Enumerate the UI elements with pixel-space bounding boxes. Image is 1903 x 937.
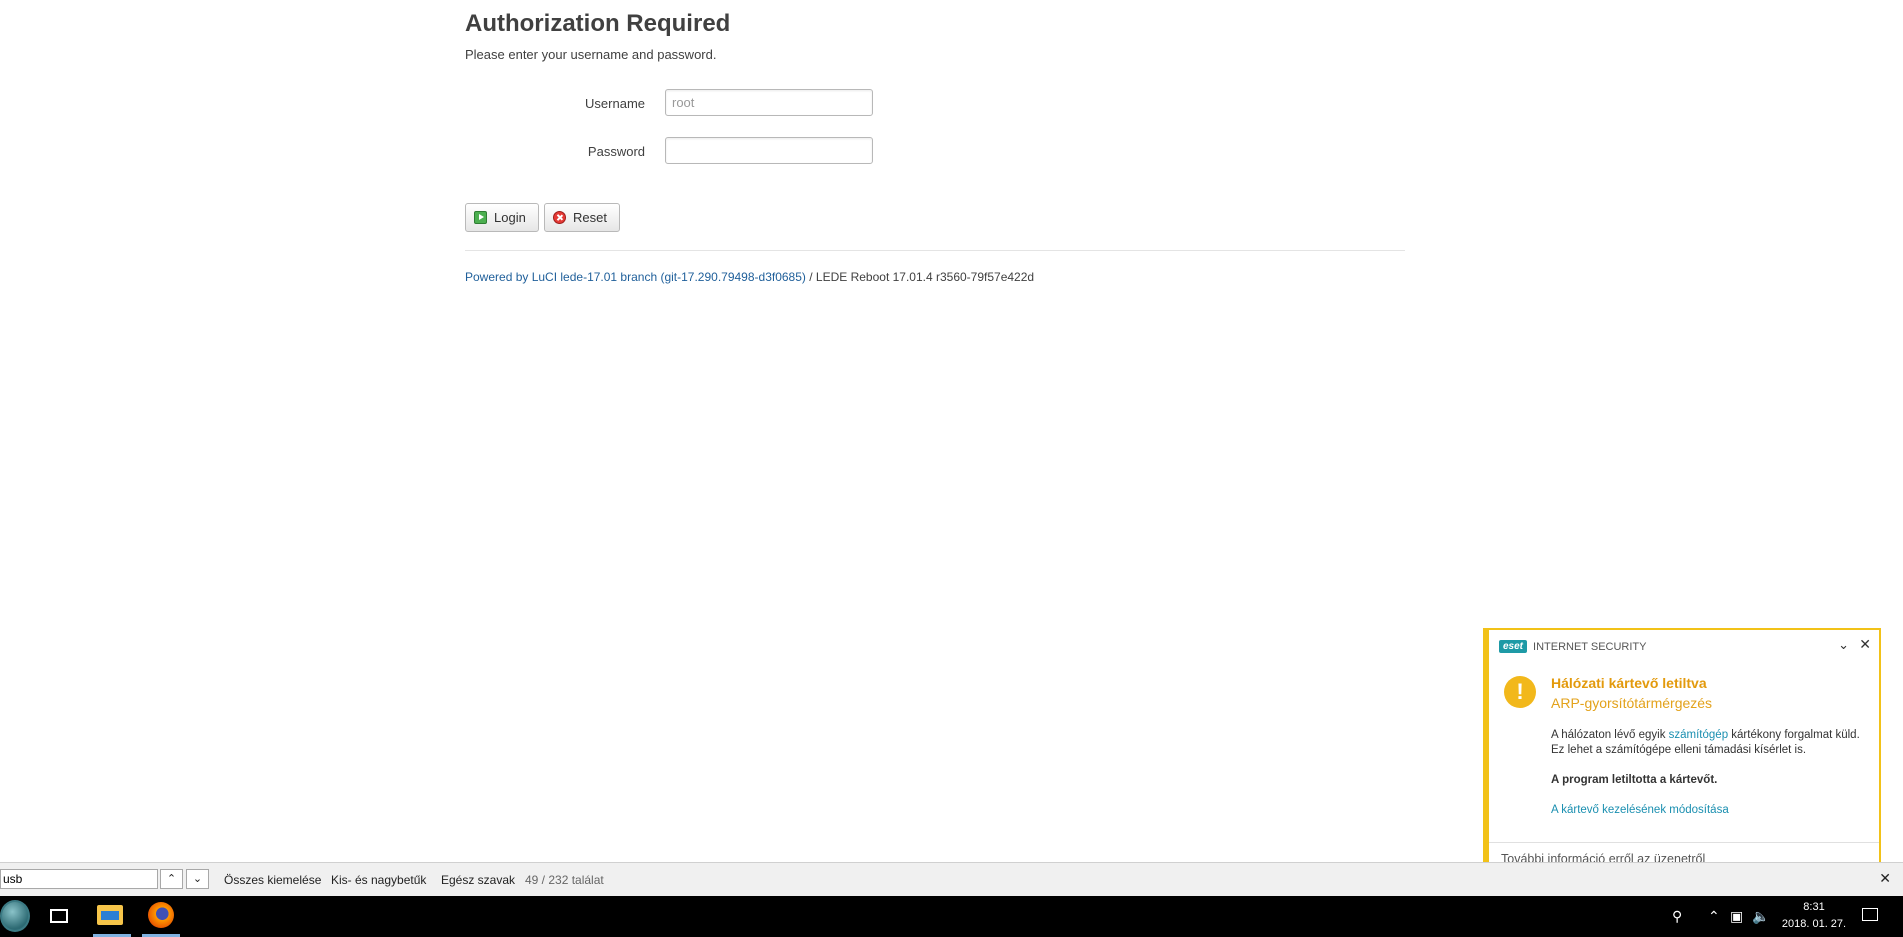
password-input[interactable]	[665, 137, 873, 164]
match-case-option[interactable]: Kis- és nagybetűk	[331, 873, 426, 887]
reset-icon	[553, 211, 566, 224]
network-icon[interactable]: ▣	[1730, 908, 1743, 925]
product-name: INTERNET SECURITY	[1533, 640, 1647, 653]
highlight-all-option[interactable]: Összes kiemelése	[224, 873, 321, 887]
taskbar: ⚲ ⌃ ▣ 🔈 8:31 2018. 01. 27.	[0, 896, 1903, 937]
firefox-icon[interactable]	[148, 902, 174, 928]
close-icon[interactable]: ✕	[1859, 636, 1871, 653]
chevron-down-icon: ⌄	[192, 873, 203, 885]
notification-center-icon[interactable]	[1862, 908, 1878, 921]
volume-icon[interactable]: 🔈	[1752, 908, 1769, 925]
computer-link[interactable]: számítógép	[1669, 729, 1728, 741]
find-previous-button[interactable]: ⌃	[160, 869, 183, 889]
password-label: Password	[587, 144, 645, 159]
firmware-version: / LEDE Reboot 17.01.4 r3560-79f57e422d	[805, 270, 1035, 284]
whole-words-option[interactable]: Egész szavak	[441, 873, 515, 887]
start-button[interactable]	[0, 900, 30, 932]
close-icon[interactable]: ✕	[1879, 870, 1891, 887]
task-view-icon[interactable]	[50, 909, 68, 923]
find-next-button[interactable]: ⌄	[186, 869, 209, 889]
reset-button[interactable]: Reset	[544, 203, 620, 232]
file-explorer-icon[interactable]	[97, 905, 123, 925]
eset-logo: eset	[1499, 640, 1528, 653]
match-count: 49 / 232 találat	[525, 873, 604, 887]
username-input[interactable]	[665, 89, 873, 116]
page-title: Authorization Required	[465, 10, 731, 37]
page-subtitle: Please enter your username and password.	[465, 47, 717, 62]
clock-time: 8:31	[1803, 901, 1825, 913]
chevron-down-icon[interactable]: ⌄	[1838, 637, 1849, 653]
page-footer: Powered by LuCI lede-17.01 branch (git-1…	[465, 270, 1034, 284]
login-button[interactable]: Login	[465, 203, 539, 232]
find-bar: ⌃ ⌄ Összes kiemelése Kis- és nagybetűk E…	[0, 862, 1903, 896]
eset-notification: eset INTERNET SECURITY ⌄ ✕ ! Hálózati ká…	[1483, 628, 1881, 876]
find-input[interactable]	[0, 869, 158, 889]
clock[interactable]: 8:31 2018. 01. 27.	[1774, 899, 1854, 933]
people-icon[interactable]: ⚲	[1672, 908, 1682, 925]
blocked-message: A program letiltotta a kártevőt.	[1551, 774, 1718, 786]
luci-link[interactable]: Powered by LuCI lede-17.01 branch (git-1…	[465, 270, 806, 284]
notification-accent	[1485, 630, 1489, 874]
chevron-up-icon: ⌃	[166, 873, 177, 885]
notification-body: A hálózaton lévő egyik számítógép kárték…	[1551, 728, 1869, 758]
notification-subtitle: ARP-gyorsítótármérgezés	[1551, 695, 1713, 711]
reset-button-label: Reset	[573, 210, 607, 225]
clock-date: 2018. 01. 27.	[1781, 918, 1847, 930]
chevron-up-icon[interactable]: ⌃	[1708, 908, 1720, 925]
notification-header: eset INTERNET SECURITY	[1499, 640, 1647, 653]
notification-title: Hálózati kártevő letiltva	[1551, 675, 1707, 691]
username-label: Username	[585, 96, 645, 111]
change-handling-link[interactable]: A kártevő kezelésének módosítása	[1551, 804, 1729, 816]
footer-divider	[465, 250, 1405, 251]
login-button-label: Login	[494, 210, 526, 225]
login-icon	[474, 211, 487, 224]
warning-icon: !	[1504, 676, 1536, 708]
body-text-start: A hálózaton lévő egyik	[1551, 729, 1669, 741]
